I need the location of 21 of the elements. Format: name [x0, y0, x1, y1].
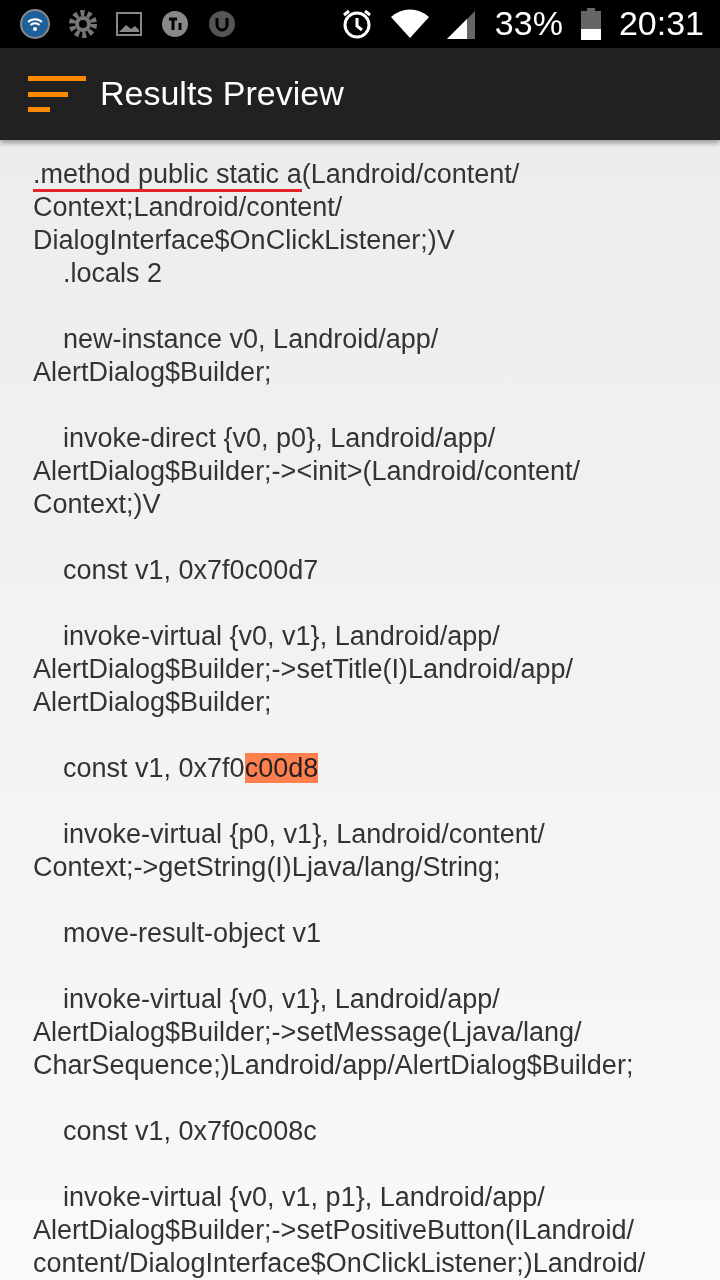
code-text: const v1, 0x7f0c00d7: [62, 554, 320, 587]
alarm-icon: [340, 7, 373, 40]
gear-icon: [68, 8, 98, 39]
code-text: new-instance v0, Landroid/app/ AlertDialog$Builder;: [33, 323, 440, 389]
code-text: invoke-virtual {v0, v1}, Landroid/app/ AlertDialog$Builder;->setMessage(Ljava/lang/ CharSequence;)Landroid/app/AlertDialog$Builder;: [33, 983, 635, 1082]
image-icon: [116, 11, 142, 36]
battery-icon: [580, 7, 601, 40]
code-text: const v1, 0x7f0c00d8: [62, 752, 320, 785]
code-text: invoke-virtual {v0, v1, p1}, Landroid/app/ AlertDialog$Builder;->setPositiveButton(ILandroid/ content/DialogInterface$OnClickListener;)Landroid/: [33, 1181, 647, 1280]
code-text: invoke-virtual {p0, v1}, Landroid/content/ Context;->getString(I)Ljava/lang/String;: [33, 818, 546, 884]
code-text: const v1, 0x7f0c008c: [62, 1115, 318, 1148]
battery-percent: 33%: [494, 4, 563, 44]
wifi-signal-icon: [390, 8, 429, 39]
code-text: .method public static a(Landroid/content/ Context;Landroid/content/ DialogInterface$OnClickListener;)V .locals 2: [33, 158, 521, 290]
screen-title: Results Preview: [100, 74, 344, 114]
code-text: move-result-object v1: [62, 917, 323, 950]
clock-time: 20:31: [618, 4, 704, 44]
menu-icon[interactable]: [28, 75, 86, 112]
code-text: invoke-virtual {v0, v1}, Landroid/app/ AlertDialog$Builder;->setTitle(I)Landroid/app/ AlertDialog$Builder;: [33, 620, 575, 719]
wifi-icon: [20, 8, 50, 39]
code-text: invoke-direct {v0, p0}, Landroid/app/ AlertDialog$Builder;-><init>(Landroid/content/ Context;)V: [33, 422, 582, 521]
